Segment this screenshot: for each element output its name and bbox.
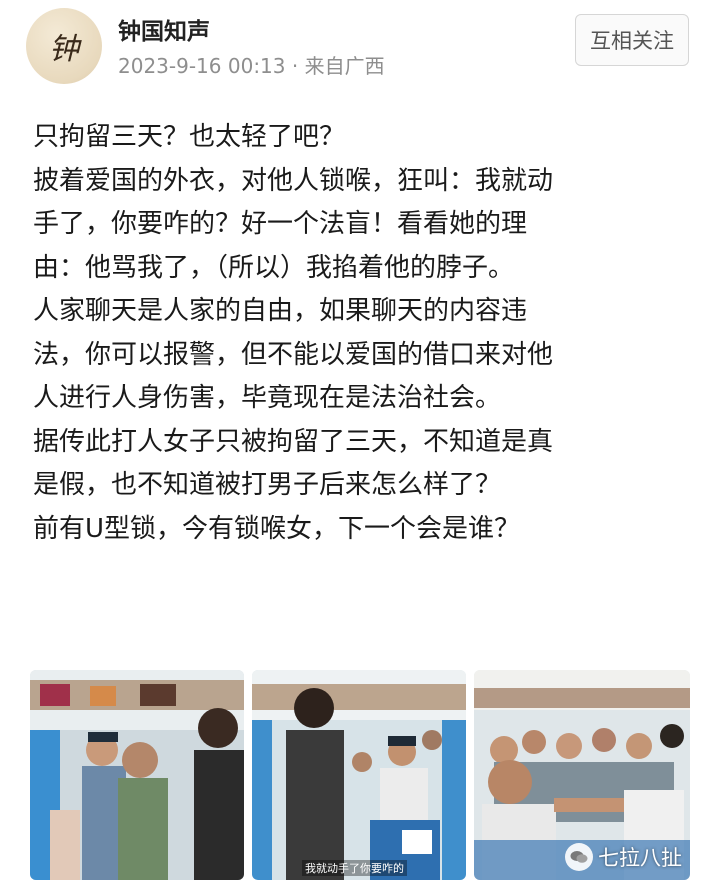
photo-1-image: [30, 670, 244, 880]
post-source: · 来自广西: [291, 54, 385, 78]
watermark-text: 七拉八扯: [598, 846, 682, 870]
photo-1[interactable]: [30, 670, 244, 880]
avatar-char: 钟: [49, 32, 79, 67]
watermark: 七拉八扯: [565, 842, 682, 872]
post-meta: 2023-9-16 00:13 · 来自广西: [118, 50, 385, 79]
post-timestamp: 2023-9-16 00:13: [118, 54, 286, 78]
username[interactable]: 钟国知声: [118, 12, 210, 46]
follow-button[interactable]: 互相关注: [575, 14, 689, 66]
post-line: 人进行人身伤害，毕竟现在是法治社会。: [33, 383, 502, 413]
post-line: 法，你可以报警，但不能以爱国的借口来对他: [33, 339, 554, 370]
post-line: 手了，你要咋的？好一个法盲！看看她的理: [33, 209, 528, 239]
post-text: 只拘留三天？也太轻了吧？ 披着爱国的外衣，对他人锁喉，狂叫：我就动 手了，你要咋…: [33, 116, 693, 551]
photo-grid: 我就动手了你要咋的 七拉八扯: [30, 670, 690, 880]
photo-2-image: [252, 670, 466, 880]
post-line: 披着爱国的外衣，对他人锁喉，狂叫：我就动: [33, 165, 554, 196]
post-line: 人家聊天是人家的自由，如果聊天的内容违: [33, 296, 528, 326]
post-header: 钟 钟国知声 2023-9-16 00:13 · 来自广西 互相关注: [0, 0, 720, 100]
post-line: 前有U型锁，今有锁喉女，下一个会是谁？: [33, 513, 521, 544]
photo-2[interactable]: 我就动手了你要咋的: [252, 670, 466, 880]
avatar[interactable]: 钟: [26, 8, 102, 84]
post-line: 是假，也不知道被打男子后来怎么样了？: [33, 470, 502, 500]
photo-3[interactable]: 七拉八扯: [474, 670, 690, 880]
post-line: 据传此打人女子只被拘留了三天，不知道是真: [33, 426, 554, 457]
post-line: 由：他骂我了，（所以）我掐着他的脖子。: [33, 252, 515, 283]
post-line: 只拘留三天？也太轻了吧？: [33, 122, 346, 152]
video-subtitle: 我就动手了你要咋的: [302, 860, 407, 876]
wechat-icon: [565, 843, 593, 871]
